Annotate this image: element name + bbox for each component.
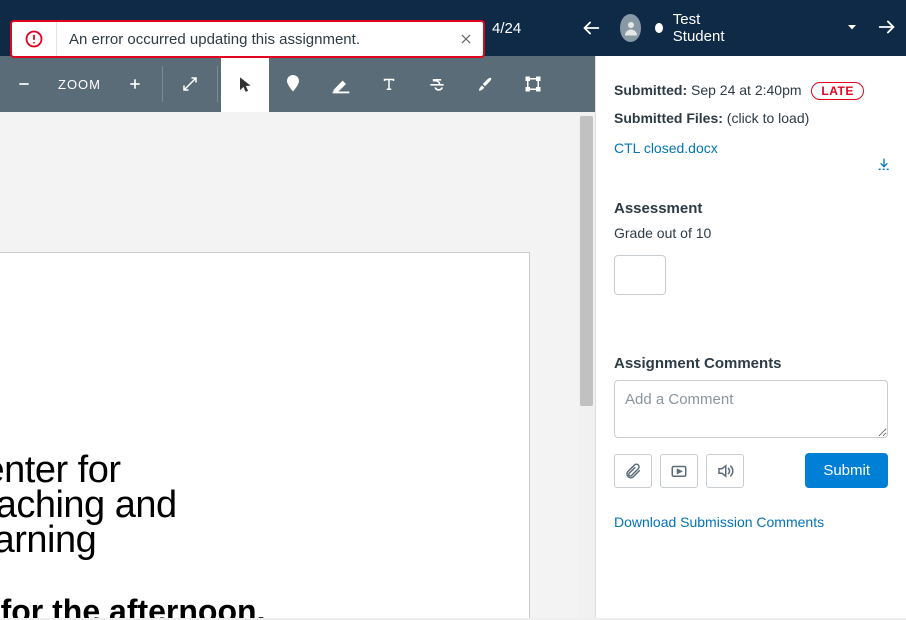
strikethrough-tool-button[interactable] — [413, 56, 461, 112]
document-heading: center for teaching and learning — [0, 453, 177, 558]
fullscreen-button[interactable] — [166, 56, 214, 112]
error-close-button[interactable] — [449, 22, 483, 56]
previous-student-button[interactable] — [580, 17, 602, 39]
comment-textarea[interactable] — [614, 380, 888, 438]
zoom-in-button[interactable] — [111, 56, 159, 112]
submitted-files-row: Submitted Files: (click to load) — [614, 110, 888, 126]
error-message: An error occurred updating this assignme… — [56, 22, 449, 56]
expand-icon — [181, 75, 199, 93]
assessment-heading: Assessment — [614, 200, 888, 217]
area-tool-button[interactable] — [509, 56, 557, 112]
video-icon — [670, 462, 688, 480]
student-name[interactable]: Test Student — [673, 11, 736, 45]
arrow-right-icon — [876, 16, 898, 38]
grade-input[interactable] — [614, 255, 666, 295]
paperclip-icon — [624, 462, 642, 480]
late-badge: LATE — [811, 82, 863, 100]
sun-logo-icon — [0, 328, 1, 428]
document-panel: ZOOM — [0, 56, 596, 620]
attach-file-button[interactable] — [614, 454, 652, 488]
free-draw-tool-button[interactable] — [461, 56, 509, 112]
comments-heading: Assignment Comments — [614, 355, 888, 372]
strikethrough-icon — [427, 74, 447, 94]
document-page: center for teaching and learning OSED fo… — [0, 252, 530, 620]
cursor-icon — [237, 75, 253, 93]
text-icon — [380, 75, 398, 93]
audio-comment-button[interactable] — [706, 454, 744, 488]
submitted-value: Sep 24 at 2:40pm — [691, 82, 802, 98]
next-student-button[interactable] — [876, 16, 898, 41]
media-comment-button[interactable] — [660, 454, 698, 488]
student-dropdown-button[interactable] — [846, 20, 858, 36]
submit-comment-button[interactable]: Submit — [805, 453, 888, 488]
submitted-files-hint: (click to load) — [727, 110, 809, 126]
point-annotation-button[interactable] — [269, 56, 317, 112]
document-viewer[interactable]: center for teaching and learning OSED fo… — [0, 112, 595, 620]
download-file-button[interactable] — [876, 156, 892, 175]
submitted-file-link[interactable]: CTL closed.docx — [614, 140, 718, 156]
grade-hint: Grade out of 10 — [614, 225, 888, 241]
zoom-label: ZOOM — [48, 56, 111, 112]
minus-icon — [16, 76, 32, 92]
close-icon — [459, 32, 473, 46]
grading-panel: Submitted: Sep 24 at 2:40pm LATE Submitt… — [596, 56, 906, 620]
download-comments-link[interactable]: Download Submission Comments — [614, 514, 824, 530]
document-body-text: OSED for the afternoon. — [0, 593, 265, 620]
document-scrollbar[interactable] — [578, 112, 595, 620]
submitted-files-label: Submitted Files: — [614, 110, 723, 126]
submitted-label: Submitted: — [614, 82, 687, 98]
chevron-down-icon — [846, 21, 858, 33]
download-icon — [876, 156, 892, 172]
highlight-icon — [331, 74, 351, 94]
zoom-out-button[interactable] — [0, 56, 48, 112]
user-icon — [622, 19, 640, 37]
highlight-tool-button[interactable] — [317, 56, 365, 112]
error-banner: An error occurred updating this assignme… — [10, 20, 485, 58]
status-dot-icon — [655, 23, 663, 33]
grading-counter: 4/24 — [492, 0, 521, 56]
error-icon — [12, 22, 56, 56]
avatar — [620, 14, 641, 42]
submitted-row: Submitted: Sep 24 at 2:40pm LATE — [614, 82, 888, 100]
arrow-left-icon — [580, 17, 602, 39]
plus-icon — [127, 76, 143, 92]
annotation-toolbar: ZOOM — [0, 56, 595, 112]
pin-icon — [284, 73, 302, 95]
text-tool-button[interactable] — [365, 56, 413, 112]
pointer-tool-button[interactable] — [221, 56, 269, 112]
audio-icon — [716, 462, 734, 480]
box-select-icon — [524, 75, 542, 93]
brush-icon — [476, 75, 494, 93]
